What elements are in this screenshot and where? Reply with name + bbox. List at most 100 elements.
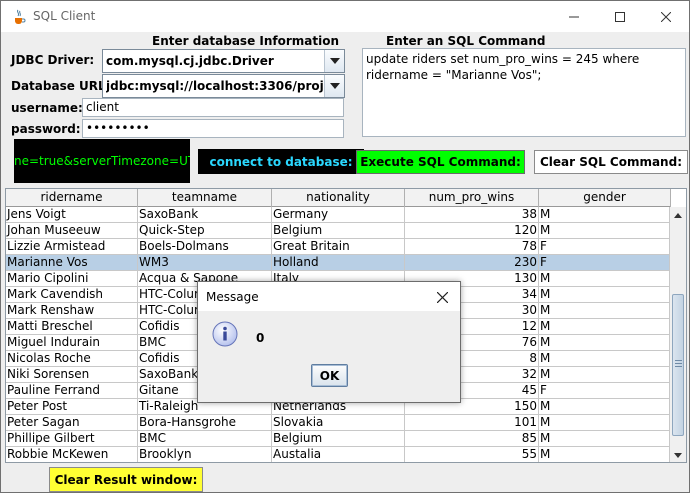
table-cell: Mario Cipolini — [6, 271, 138, 287]
table-cell: M — [539, 367, 671, 383]
sql-client-window: SQL Client Enter database Information JD… — [0, 0, 690, 493]
table-cell: 38 — [405, 207, 539, 223]
table-cell: Peter Post — [6, 399, 138, 415]
table-cell: Peter Sagan — [6, 415, 138, 431]
username-field[interactable]: client — [82, 98, 344, 117]
info-icon — [212, 321, 238, 347]
table-cell: M — [539, 207, 671, 223]
table-row[interactable]: Peter Sagan Bora-Hansgrohe Slovakia 101 M — [6, 415, 671, 431]
table-cell: 78 — [405, 239, 539, 255]
table-cell: Holland — [272, 255, 405, 271]
table-cell: Austalia — [272, 447, 405, 462]
table-cell: M — [539, 447, 671, 462]
table-header: ridername teamname nationality num_pro_w… — [6, 189, 671, 207]
table-cell: Niki Sorensen — [6, 367, 138, 383]
table-cell: Miguel Indurain — [6, 335, 138, 351]
table-cell: Pauline Ferrand — [6, 383, 138, 399]
table-cell: 55 — [405, 447, 539, 462]
database-url-combo[interactable]: jdbc:mysql://localhost:3306/project3... — [102, 74, 345, 98]
table-cell: M — [539, 223, 671, 239]
db-info-heading: Enter database Information — [152, 34, 340, 48]
table-cell: Phillipe Gilbert — [6, 431, 138, 447]
vertical-scrollbar[interactable] — [669, 207, 686, 462]
jdbc-driver-value: com.mysql.cj.jdbc.Driver — [106, 54, 274, 68]
sql-command-textarea[interactable]: update riders set num_pro_wins = 245 whe… — [362, 48, 686, 137]
clear-result-button[interactable]: Clear Result window: — [49, 467, 203, 492]
table-cell: M — [539, 319, 671, 335]
table-cell: Marianne Vos — [6, 255, 138, 271]
window-title: SQL Client — [33, 9, 96, 23]
table-cell: WM3 — [138, 255, 272, 271]
column-header[interactable]: num_pro_wins — [405, 189, 539, 207]
password-label: password: — [11, 122, 81, 136]
close-icon — [436, 291, 448, 303]
scrollbar-thumb[interactable] — [672, 294, 684, 436]
password-field[interactable]: ••••••••• — [82, 119, 344, 138]
column-header[interactable]: gender — [539, 189, 671, 207]
table-row[interactable]: Phillipe Gilbert BMC Belgium 85 M — [6, 431, 671, 447]
arrow-up-icon — [674, 212, 682, 218]
table-cell: Germany — [272, 207, 405, 223]
database-url-value: jdbc:mysql://localhost:3306/project3... — [106, 79, 324, 93]
table-cell: Belgium — [272, 431, 405, 447]
table-row[interactable]: Marianne Vos WM3 Holland 230 F — [6, 255, 671, 271]
table-cell: M — [539, 287, 671, 303]
table-cell: F — [539, 255, 671, 271]
table-cell: M — [539, 351, 671, 367]
maximize-icon — [615, 11, 625, 22]
table-cell: F — [539, 383, 671, 399]
scroll-up-button[interactable] — [670, 207, 686, 223]
close-icon — [661, 11, 671, 22]
column-header[interactable]: nationality — [272, 189, 405, 207]
chevron-down-icon[interactable] — [324, 50, 344, 72]
table-cell: SaxoBank — [138, 207, 272, 223]
table-cell: 101 — [405, 415, 539, 431]
minimize-button[interactable] — [551, 1, 597, 32]
column-header[interactable]: ridername — [6, 189, 138, 207]
table-row[interactable]: Johan Museeuw Quick-Step Belgium 120 M — [6, 223, 671, 239]
table-cell: Belgium — [272, 223, 405, 239]
table-cell: Bora-Hansgrohe — [138, 415, 272, 431]
table-cell: Slovakia — [272, 415, 405, 431]
table-cell: M — [539, 303, 671, 319]
jdbc-driver-combo[interactable]: com.mysql.cj.jdbc.Driver — [102, 49, 345, 73]
scroll-down-button[interactable] — [670, 447, 686, 462]
connect-button[interactable]: connect to database: — [198, 149, 364, 174]
table-cell: 120 — [405, 223, 539, 239]
dialog-close-button[interactable] — [430, 286, 454, 308]
table-cell: M — [539, 431, 671, 447]
jdbc-driver-label: JDBC Driver: — [11, 53, 95, 67]
table-cell: 85 — [405, 431, 539, 447]
ok-button[interactable]: OK — [311, 364, 348, 387]
table-row[interactable]: Robbie McKewen Brooklyn Austalia 55 M — [6, 447, 671, 462]
table-cell: Lizzie Armistead — [6, 239, 138, 255]
table-row[interactable]: Lizzie Armistead Boels-Dolmans Great Brita… — [6, 239, 671, 255]
table-cell: F — [539, 239, 671, 255]
clear-sql-button[interactable]: Clear SQL Command: — [534, 150, 688, 174]
maximize-button[interactable] — [597, 1, 643, 32]
table-cell: Boels-Dolmans — [138, 239, 272, 255]
table-cell: Quick-Step — [138, 223, 272, 239]
chevron-down-icon[interactable] — [324, 75, 344, 97]
dialog-title: Message — [206, 290, 259, 304]
table-cell: Matti Breschel — [6, 319, 138, 335]
table-cell: Nicolas Roche — [6, 351, 138, 367]
connection-status-text: ne=true&serverTimezone=UTC — [14, 154, 190, 168]
username-label: username: — [11, 101, 83, 115]
minimize-icon — [569, 16, 579, 17]
column-header[interactable]: teamname — [138, 189, 272, 207]
dialog-title-bar[interactable]: Message — [198, 282, 460, 311]
table-row[interactable]: Jens Voigt SaxoBank Germany 38 M — [6, 207, 671, 223]
close-button[interactable] — [643, 1, 689, 32]
connection-status: ne=true&serverTimezone=UTC — [14, 139, 190, 183]
execute-sql-button[interactable]: Execute SQL Command: — [356, 150, 525, 174]
title-bar[interactable]: SQL Client — [1, 1, 689, 32]
message-dialog: Message 0 OK — [197, 281, 461, 403]
table-cell: Johan Museeuw — [6, 223, 138, 239]
table-cell: M — [539, 399, 671, 415]
table-cell: M — [539, 335, 671, 351]
table-cell: Jens Voigt — [6, 207, 138, 223]
table-cell: 230 — [405, 255, 539, 271]
database-url-label: Database URL: — [11, 79, 111, 93]
table-cell: M — [539, 415, 671, 431]
